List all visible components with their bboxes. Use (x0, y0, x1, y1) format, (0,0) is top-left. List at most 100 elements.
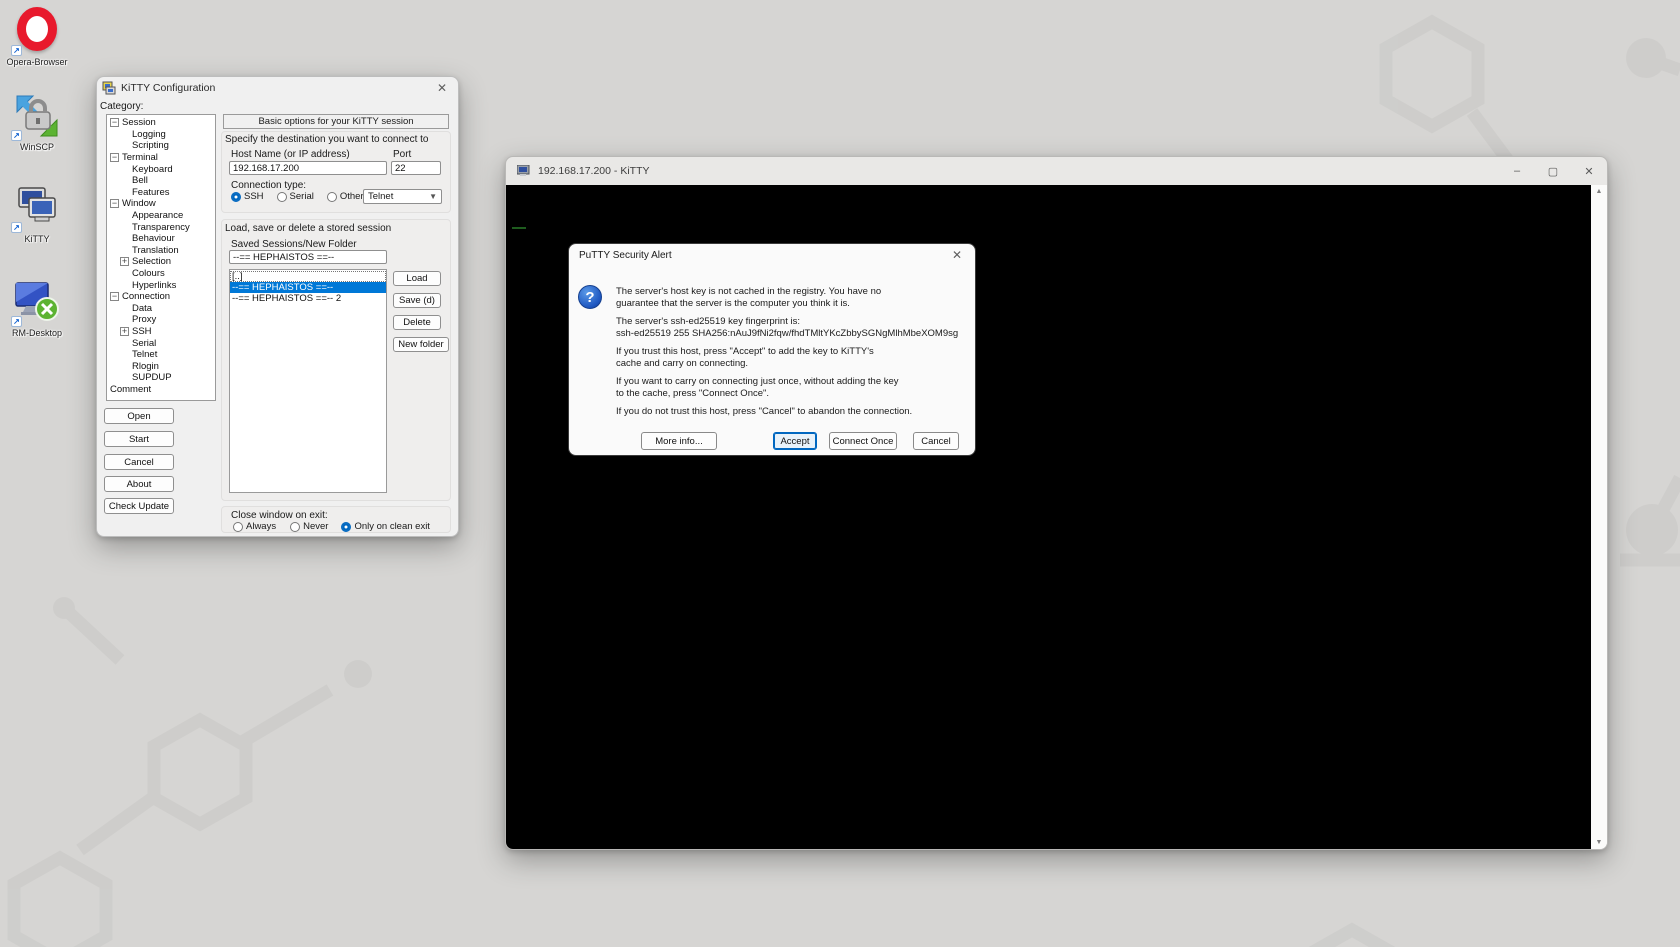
cancel-button[interactable]: Cancel (913, 432, 959, 450)
tree-item-connection[interactable]: −Connection (107, 291, 215, 303)
tree-item-label: Window (122, 198, 156, 209)
session-list-item[interactable]: [..] (230, 271, 386, 282)
tree-item-label: Logging (132, 129, 166, 140)
tree-item-label: Keyboard (132, 164, 173, 175)
tree-item-transparency[interactable]: Transparency (107, 221, 215, 233)
minimize-icon[interactable]: – (1499, 165, 1535, 177)
alert-paragraph: The server's ssh-ed25519 key fingerprint… (616, 316, 963, 339)
radio-label: Only on clean exit (354, 521, 430, 532)
tree-item-telnet[interactable]: Telnet (107, 349, 215, 361)
tree-item-data[interactable]: Data (107, 303, 215, 315)
config-close-icon[interactable]: ✕ (434, 81, 450, 95)
alert-titlebar[interactable]: PuTTY Security Alert ✕ (569, 244, 975, 266)
tree-item-supdup[interactable]: SUPDUP (107, 372, 215, 384)
help-question-icon: ? (578, 285, 602, 309)
tree-item-hyperlinks[interactable]: Hyperlinks (107, 279, 215, 291)
expand-icon[interactable]: + (120, 327, 129, 336)
scroll-down-icon[interactable]: ▼ (1596, 839, 1603, 846)
open-button[interactable]: Open (104, 408, 174, 424)
tree-item-features[interactable]: Features (107, 187, 215, 199)
tree-item-keyboard[interactable]: Keyboard (107, 163, 215, 175)
alert-close-icon[interactable]: ✕ (949, 248, 965, 262)
desktop-icon-kitty[interactable]: ↗KiTTY (4, 184, 70, 244)
tree-item-comment[interactable]: Comment (107, 384, 215, 396)
panel-header: Basic options for your KiTTY session (223, 114, 449, 129)
connection-type-radio-other[interactable]: Other: (327, 191, 366, 202)
close-icon[interactable]: ✕ (1571, 165, 1607, 178)
saved-sessions-label: Saved Sessions/New Folder (231, 239, 357, 250)
close-exit-radio-never[interactable]: Never (290, 521, 328, 532)
radio-label: Always (246, 521, 276, 532)
other-protocol-dropdown[interactable]: Telnet ▼ (363, 189, 442, 204)
collapse-icon[interactable]: − (110, 199, 119, 208)
tree-item-label: Serial (132, 338, 156, 349)
tree-item-label: Bell (132, 175, 148, 186)
alert-paragraph: The server's host key is not cached in t… (616, 286, 963, 309)
alert-message: The server's host key is not cached in t… (616, 286, 963, 425)
session-list-item[interactable]: --== HEPHAISTOS ==-- 2 (230, 293, 386, 304)
collapse-icon[interactable]: − (110, 118, 119, 127)
start-button[interactable]: Start (104, 431, 174, 447)
check-update-button[interactable]: Check Update (104, 498, 174, 514)
tree-item-label: Colours (132, 268, 165, 279)
tree-item-behaviour[interactable]: Behaviour (107, 233, 215, 245)
save-d-button[interactable]: Save (d) (393, 293, 441, 308)
terminal-cursor (512, 227, 526, 229)
cancel-button[interactable]: Cancel (104, 454, 174, 470)
tree-item-label: Transparency (132, 222, 190, 233)
tree-item-label: Features (132, 187, 170, 198)
desktop-icon-winscp[interactable]: ↗WinSCP (4, 92, 70, 152)
more-info-button[interactable]: More info... (641, 432, 717, 450)
scroll-up-icon[interactable]: ▲ (1596, 188, 1603, 195)
tree-item-serial[interactable]: Serial (107, 337, 215, 349)
radio-icon (277, 192, 287, 202)
tree-item-selection[interactable]: +Selection (107, 256, 215, 268)
saved-session-input[interactable]: --== HEPHAISTOS ==-- (229, 250, 387, 264)
session-list-item[interactable]: --== HEPHAISTOS ==-- (230, 282, 386, 293)
terminal-titlebar[interactable]: 192.168.17.200 - KiTTY – ▢ ✕ (506, 157, 1607, 185)
tree-item-proxy[interactable]: Proxy (107, 314, 215, 326)
accept-button[interactable]: Accept (773, 432, 817, 450)
about-button[interactable]: About (104, 476, 174, 492)
tree-item-label: Translation (132, 245, 179, 256)
collapse-icon[interactable]: − (110, 153, 119, 162)
collapse-icon[interactable]: − (110, 292, 119, 301)
tree-item-translation[interactable]: Translation (107, 245, 215, 257)
session-listbox[interactable]: [..]--== HEPHAISTOS ==----== HEPHAISTOS … (229, 269, 387, 493)
close-exit-radio-only-on-clean-exit[interactable]: Only on clean exit (341, 521, 430, 532)
radio-label: SSH (244, 191, 264, 202)
terminal-scrollbar[interactable]: ▲ ▼ (1591, 185, 1607, 849)
tree-item-logging[interactable]: Logging (107, 129, 215, 141)
tree-item-session[interactable]: −Session (107, 117, 215, 129)
tree-item-scripting[interactable]: Scripting (107, 140, 215, 152)
tree-item-label: Terminal (122, 152, 158, 163)
tree-item-window[interactable]: −Window (107, 198, 215, 210)
tree-item-appearance[interactable]: Appearance (107, 210, 215, 222)
putty-security-alert-dialog: PuTTY Security Alert ✕ ? The server's ho… (568, 243, 976, 456)
connection-type-radio-serial[interactable]: Serial (277, 191, 314, 202)
config-titlebar[interactable]: KiTTY Configuration ✕ (97, 77, 458, 99)
desktop-icon-label: WinSCP (4, 142, 70, 152)
connection-type-radio-ssh[interactable]: SSH (231, 191, 264, 202)
desktop-icon-opera-browser[interactable]: ↗Opera-Browser (4, 5, 70, 67)
tree-item-bell[interactable]: Bell (107, 175, 215, 187)
delete-button[interactable]: Delete (393, 315, 441, 330)
connect-once-button[interactable]: Connect Once (829, 432, 897, 450)
desktop-icon-rm-desktop[interactable]: ↗RM-Desktop (4, 278, 70, 338)
tree-item-ssh[interactable]: +SSH (107, 326, 215, 338)
expand-icon[interactable]: + (120, 257, 129, 266)
tree-item-colours[interactable]: Colours (107, 268, 215, 280)
close-exit-radio-always[interactable]: Always (233, 521, 276, 532)
maximize-icon[interactable]: ▢ (1535, 165, 1571, 178)
tree-item-rlogin[interactable]: Rlogin (107, 360, 215, 372)
host-name-input[interactable]: 192.168.17.200 (229, 161, 387, 175)
tree-item-label: Hyperlinks (132, 280, 176, 291)
radio-icon (290, 522, 300, 532)
port-input[interactable]: 22 (391, 161, 441, 175)
rm-icon: ↗ (13, 278, 61, 326)
alert-paragraph: If you trust this host, press "Accept" t… (616, 346, 963, 369)
new-folder-button[interactable]: New folder (393, 337, 449, 352)
load-button[interactable]: Load (393, 271, 441, 286)
tree-item-terminal[interactable]: −Terminal (107, 152, 215, 164)
tree-item-label: Proxy (132, 314, 156, 325)
